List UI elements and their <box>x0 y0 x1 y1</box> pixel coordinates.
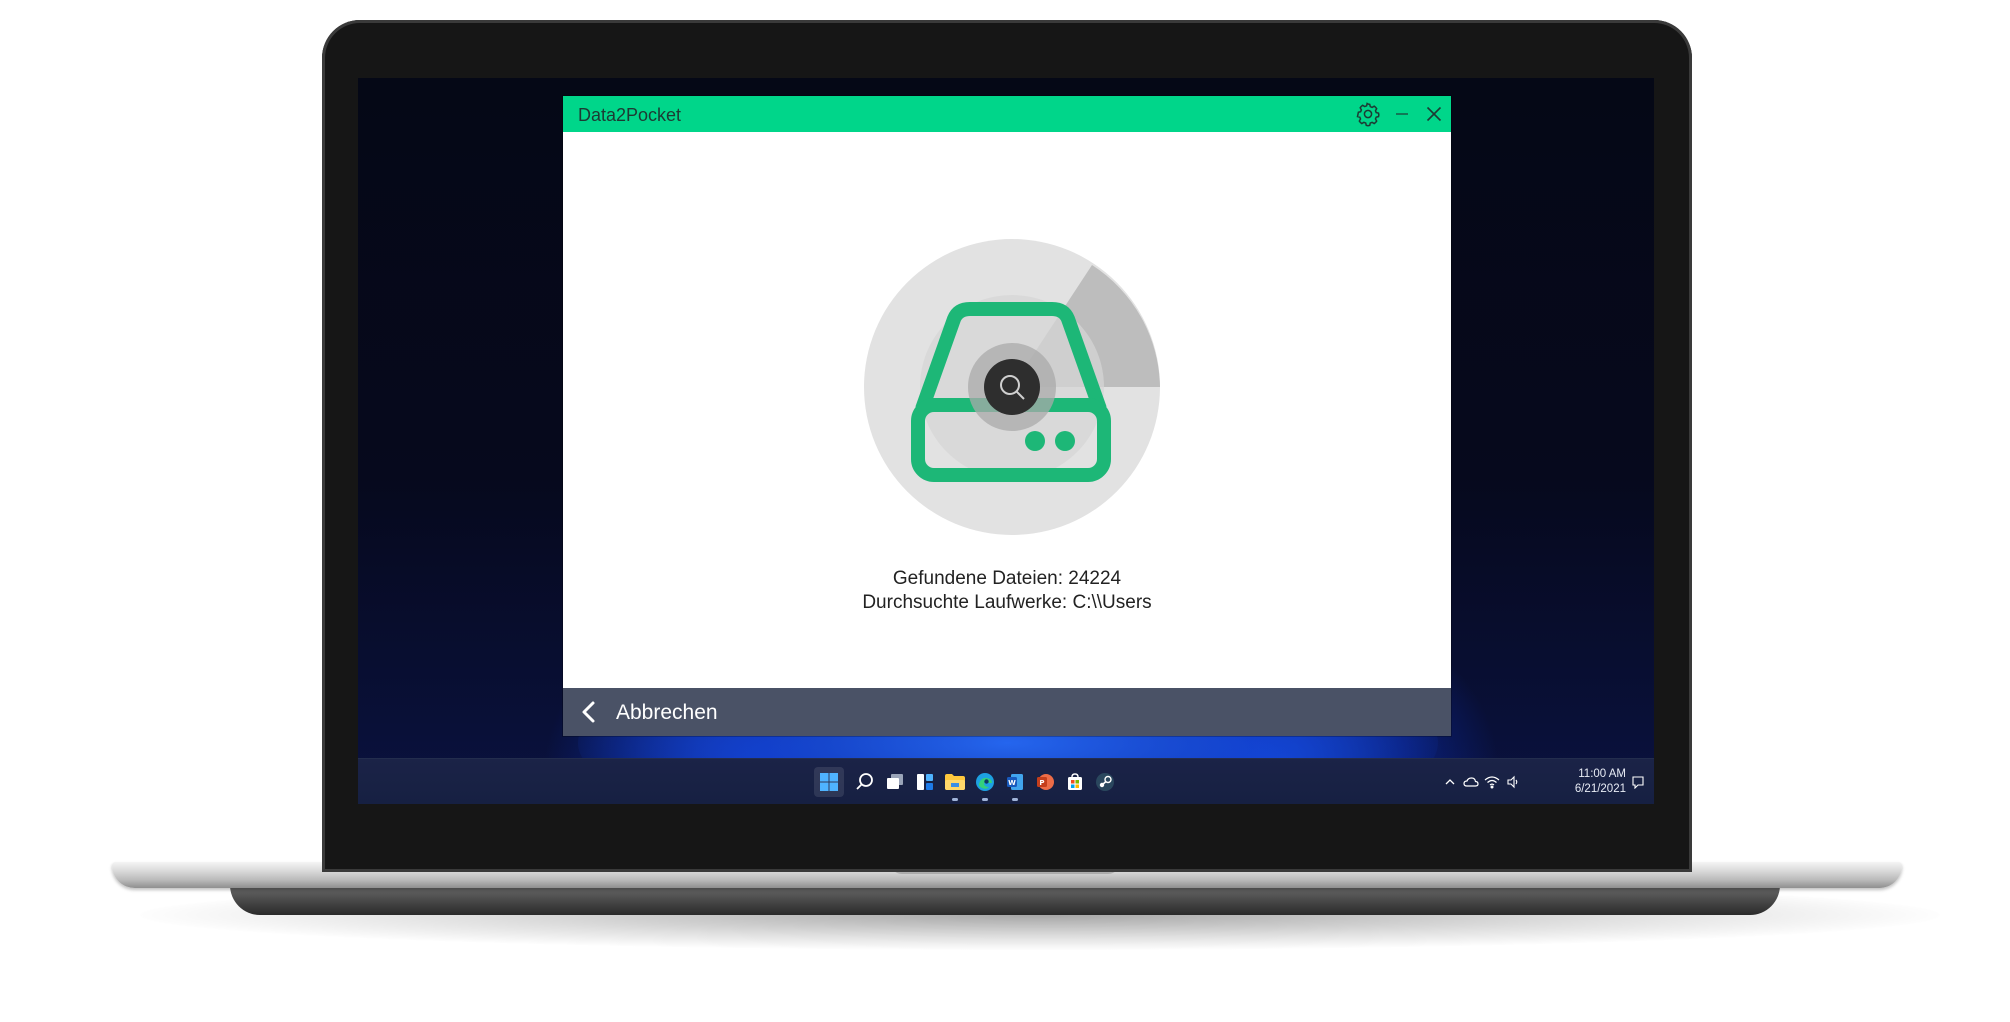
steam-button[interactable] <box>1090 767 1120 797</box>
task-view-button[interactable] <box>880 767 910 797</box>
taskbar-search-button[interactable] <box>850 767 880 797</box>
taskbar: W P 11:00 AM 6/21/2021 <box>358 758 1654 804</box>
word-button[interactable]: W <box>1000 767 1030 801</box>
cloud-icon <box>1463 777 1479 787</box>
clock-date: 6/21/2021 <box>1574 783 1626 795</box>
volume-icon <box>1507 775 1518 789</box>
close-button[interactable] <box>1419 100 1449 128</box>
edge-button[interactable] <box>970 767 1000 801</box>
scanned-drives: Durchsuchte Laufwerke: C:\\Users <box>862 592 1152 613</box>
cancel-button[interactable]: Abbrechen <box>563 688 1451 736</box>
clock[interactable]: 11:00 AM 6/21/2021 <box>1546 767 1626 797</box>
app-window: Data2Pocket Gefundene Dateien: 24224 Dur… <box>563 96 1451 736</box>
running-indicator <box>1012 798 1018 801</box>
volume-button[interactable] <box>1503 772 1523 792</box>
start-button[interactable] <box>814 767 844 797</box>
task-view-icon <box>887 774 903 789</box>
svg-text:P: P <box>1039 779 1044 787</box>
widgets-button[interactable] <box>910 767 940 797</box>
tray-overflow-button[interactable] <box>1440 772 1460 792</box>
cancel-label: Abbrechen <box>616 701 718 724</box>
scan-progress-graphic <box>864 239 1160 535</box>
windows-logo-icon <box>820 773 838 791</box>
onedrive-button[interactable] <box>1461 772 1481 792</box>
scan-content: Gefundene Dateien: 24224 Durchsuchte Lau… <box>563 132 1451 688</box>
laptop-base-underside <box>230 885 1780 915</box>
close-icon <box>1426 106 1442 122</box>
powerpoint-icon: P <box>1037 774 1054 790</box>
svg-text:W: W <box>1008 779 1016 787</box>
running-indicator <box>982 798 988 801</box>
clock-time: 11:00 AM <box>1578 768 1626 780</box>
desktop-screen: Data2Pocket Gefundene Dateien: 24224 Dur… <box>358 78 1654 804</box>
search-icon <box>856 773 873 790</box>
minimize-button[interactable] <box>1387 100 1417 128</box>
gear-icon <box>1356 102 1380 127</box>
store-button[interactable] <box>1060 767 1090 797</box>
wifi-button[interactable] <box>1482 772 1502 792</box>
wifi-icon <box>1484 776 1500 789</box>
store-icon <box>1068 773 1082 790</box>
widgets-icon <box>917 774 933 790</box>
running-indicator <box>952 798 958 801</box>
app-title: Data2Pocket <box>578 105 682 125</box>
steam-icon <box>1096 773 1114 791</box>
folder-icon <box>945 774 965 790</box>
word-icon: W <box>1007 774 1023 790</box>
chevron-up-icon <box>1445 779 1455 785</box>
chevron-left-icon <box>582 701 595 723</box>
file-explorer-button[interactable] <box>940 767 970 801</box>
magnifier-core <box>984 359 1040 415</box>
found-files-count: Gefundene Dateien: 24224 <box>892 568 1122 589</box>
notification-icon <box>1632 776 1644 789</box>
title-bar[interactable]: Data2Pocket <box>563 96 1451 132</box>
edge-icon <box>976 773 994 791</box>
powerpoint-button[interactable]: P <box>1030 767 1060 797</box>
settings-button[interactable] <box>1353 100 1383 128</box>
notification-center-button[interactable] <box>1628 772 1648 792</box>
minimize-icon <box>1396 113 1408 115</box>
